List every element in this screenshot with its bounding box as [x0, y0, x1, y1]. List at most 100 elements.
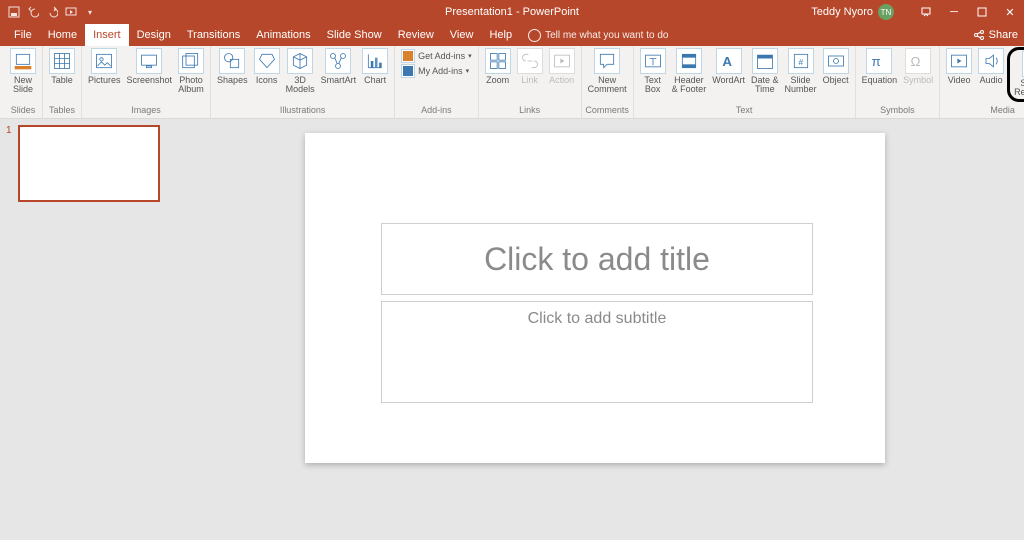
title-bar: ▾ Presentation1 - PowerPoint Teddy Nyoro… [0, 0, 1024, 24]
audio-button[interactable]: Audio [975, 47, 1007, 86]
ribbon-button-label: WordArt [712, 76, 745, 85]
textbox-icon [640, 48, 666, 74]
tab-file[interactable]: File [6, 24, 40, 46]
tab-transitions[interactable]: Transitions [179, 24, 248, 46]
zoom-button[interactable]: Zoom [482, 47, 514, 86]
svg-text:π: π [872, 54, 881, 69]
smartart-button[interactable]: SmartArt [318, 47, 360, 86]
ribbon-mini-label: Get Add-ins [418, 51, 465, 61]
svg-text:Ω: Ω [911, 54, 921, 69]
ribbon-button-label: Pictures [88, 76, 121, 85]
ribbon-button-label: Table [51, 76, 73, 85]
ribbon-group-label: Media [943, 105, 1024, 118]
ribbon-group-text: TextBoxHeader& FooterAWordArtDate &Time#… [634, 46, 856, 118]
tell-me-search[interactable]: Tell me what you want to do [520, 24, 676, 46]
headerfooter-button[interactable]: Header& Footer [669, 47, 710, 96]
svg-text:A: A [722, 54, 732, 69]
tab-help[interactable]: Help [481, 24, 520, 46]
tab-insert[interactable]: Insert [85, 24, 129, 46]
screenrec-button[interactable]: ScreenRecording [1011, 50, 1024, 99]
datetime-icon [752, 48, 778, 74]
textbox-button[interactable]: TextBox [637, 47, 669, 96]
undo-icon[interactable] [27, 6, 39, 18]
link-button[interactable]: Link [514, 47, 546, 86]
svg-text:#: # [798, 57, 803, 67]
comment-button[interactable]: NewComment [585, 47, 630, 96]
tab-slide-show[interactable]: Slide Show [319, 24, 390, 46]
ribbon-button-label: Action [549, 76, 574, 85]
slide[interactable]: Click to add title Click to add subtitle [305, 133, 885, 463]
table-icon [49, 48, 75, 74]
qat-dropdown-icon[interactable]: ▾ [84, 6, 96, 18]
slide-thumbnail-panel: 1 [0, 119, 166, 540]
chart-button[interactable]: Chart [359, 47, 391, 86]
album-icon [178, 48, 204, 74]
equation-button[interactable]: πEquation [859, 47, 901, 86]
ribbon-mini-label: My Add-ins [418, 66, 463, 76]
save-icon[interactable] [8, 6, 20, 18]
ribbon-button-label: TextBox [644, 76, 661, 95]
comment-icon [594, 48, 620, 74]
table-button[interactable]: Table [46, 47, 78, 86]
ribbon-options-icon[interactable] [912, 0, 940, 24]
headerfooter-icon [676, 48, 702, 74]
ribbon-button-label: Symbol [903, 76, 933, 85]
tell-me-label: Tell me what you want to do [545, 30, 668, 41]
start-from-beginning-icon[interactable] [65, 6, 77, 18]
lightbulb-icon [528, 29, 541, 42]
user-account[interactable]: Teddy Nyoro TN [811, 0, 894, 24]
object-button[interactable]: Object [820, 47, 852, 86]
equation-icon: π [866, 48, 892, 74]
slide-number: 1 [6, 125, 14, 202]
icons-icon [254, 48, 280, 74]
minimize-icon[interactable]: ─ [940, 0, 968, 24]
3d-button[interactable]: 3DModels [283, 47, 318, 96]
title-placeholder[interactable]: Click to add title [381, 223, 813, 295]
tab-review[interactable]: Review [390, 24, 442, 46]
datetime-button[interactable]: Date &Time [748, 47, 782, 96]
ribbon-button-label: Icons [256, 76, 278, 85]
screenshot-button[interactable]: Screenshot [124, 47, 176, 86]
ribbon-group-label: Slides [7, 105, 39, 118]
action-icon [549, 48, 575, 74]
video-button[interactable]: Video [943, 47, 975, 86]
ribbon-group-images: PicturesScreenshotPhotoAlbumImages [82, 46, 211, 118]
share-button[interactable]: Share [973, 24, 1018, 46]
workspace: 1 Click to add title Click to add subtit… [0, 119, 1024, 540]
tab-home[interactable]: Home [40, 24, 85, 46]
ribbon-group-tables: TableTables [43, 46, 82, 118]
ribbon-button-label: Date &Time [751, 76, 779, 95]
share-label: Share [989, 29, 1018, 41]
pictures-button[interactable]: Pictures [85, 47, 124, 86]
action-button[interactable]: Action [546, 47, 578, 86]
redo-icon[interactable] [46, 6, 58, 18]
slide-thumbnail[interactable]: 1 [6, 125, 160, 202]
tab-view[interactable]: View [442, 24, 482, 46]
wordart-button[interactable]: A WordArt [709, 47, 748, 86]
ribbon-group-slides: NewSlide Slides [4, 46, 43, 118]
tab-design[interactable]: Design [129, 24, 179, 46]
tab-animations[interactable]: Animations [248, 24, 318, 46]
my-addins-button[interactable]: My Add-ins ▾ [401, 64, 472, 78]
slidenum-icon: # [788, 48, 814, 74]
close-icon[interactable]: ✕ [996, 0, 1024, 24]
shapes-button[interactable]: Shapes [214, 47, 251, 86]
ribbon-button-label: 3DModels [286, 76, 315, 95]
ribbon-group-label: Illustrations [214, 105, 391, 118]
ribbon-group-label: Text [637, 105, 852, 118]
new-slide-icon [10, 48, 36, 74]
shapes-icon [219, 48, 245, 74]
get-addins-button[interactable]: Get Add-ins ▾ [401, 49, 472, 63]
symbol-button[interactable]: Ω Symbol [900, 47, 936, 86]
subtitle-placeholder[interactable]: Click to add subtitle [381, 301, 813, 403]
slidenum-button[interactable]: #SlideNumber [782, 47, 820, 96]
ribbon-button-label: ScreenRecording [1014, 79, 1024, 98]
ribbon-button-label: PhotoAlbum [178, 76, 204, 95]
ribbon-button-label: SmartArt [321, 76, 357, 85]
ribbon-button-label: Object [823, 76, 849, 85]
avatar: TN [878, 4, 894, 20]
new-slide-button[interactable]: NewSlide [7, 47, 39, 96]
maximize-icon[interactable] [968, 0, 996, 24]
album-button[interactable]: PhotoAlbum [175, 47, 207, 96]
icons-button[interactable]: Icons [251, 47, 283, 86]
